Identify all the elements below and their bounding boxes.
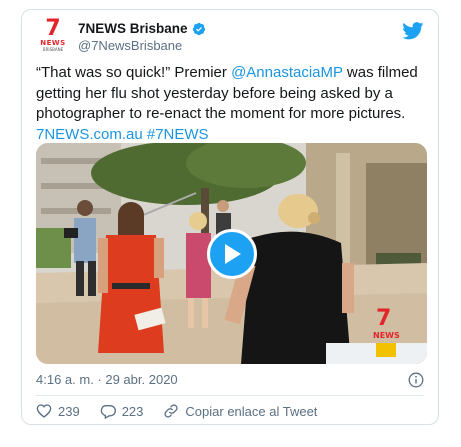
avatar[interactable]: 7 NEWS BRISBANE: [36, 15, 70, 52]
like-count: 239: [58, 403, 80, 419]
tweet-text-part: “That was so quick!” Premier: [36, 64, 232, 81]
avatar-numeral: 7: [45, 15, 61, 41]
tweet-header: 7 NEWS BRISBANE 7NEWS Brisbane @7NewsBri…: [36, 15, 424, 58]
avatar-word: NEWS: [40, 38, 66, 47]
copy-link-label: Copiar enlace al Tweet: [185, 403, 318, 419]
play-icon: [225, 244, 241, 264]
reply-button[interactable]: 223: [100, 403, 144, 419]
heart-icon: [36, 404, 52, 418]
divider: [36, 395, 424, 396]
tweet-text: “That was so quick!” Premier @Annastacia…: [36, 63, 428, 145]
info-icon[interactable]: [408, 372, 424, 388]
like-button[interactable]: 239: [36, 403, 80, 419]
watermark-word: NEWS: [373, 331, 400, 340]
author-handle[interactable]: @7NewsBrisbane: [78, 38, 206, 53]
watermark-numeral: 7: [376, 306, 391, 331]
tweet-meta: 4:16 a. m. · 29 abr. 2020: [36, 372, 424, 390]
play-button[interactable]: [207, 229, 257, 279]
author-display-name[interactable]: 7NEWS Brisbane: [78, 21, 188, 36]
verified-badge-icon: [192, 22, 205, 35]
reply-icon: [100, 405, 116, 419]
author-names: 7NEWS Brisbane @7NewsBrisbane: [78, 21, 206, 53]
url-link[interactable]: 7NEWS.com.au: [36, 126, 143, 143]
tweet-actions: 239 223 Copiar enlace al Tweet: [36, 401, 424, 421]
hashtag-link[interactable]: #7NEWS: [147, 126, 209, 143]
mention-link[interactable]: @AnnastaciaMP: [231, 64, 343, 81]
reply-count: 223: [121, 403, 144, 419]
link-icon: [164, 404, 179, 418]
copy-link-button[interactable]: Copiar enlace al Tweet: [163, 403, 317, 419]
tweet-timestamp[interactable]: 4:16 a. m. · 29 abr. 2020: [36, 372, 178, 387]
avatar-city: BRISBANE: [42, 46, 64, 52]
twitter-bird-icon[interactable]: [402, 22, 424, 40]
embedded-tweet-card: 7 NEWS BRISBANE 7NEWS Brisbane @7NewsBri…: [21, 9, 439, 425]
video-player[interactable]: 7 NEWS: [36, 143, 427, 364]
author-display-name-row[interactable]: 7NEWS Brisbane: [78, 21, 206, 36]
